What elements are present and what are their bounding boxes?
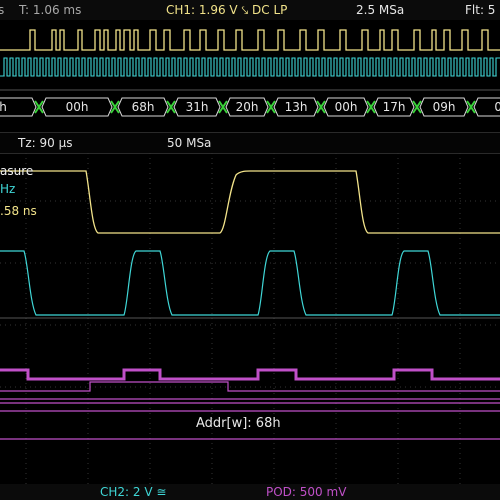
time-label[interactable]: T: 1.06 ms <box>19 1 81 19</box>
channel-bar: CH2: 2 V ≅ POD: 500 mV <box>0 484 500 500</box>
measure-frequency: Hz <box>0 182 16 196</box>
filter-label[interactable]: Flt: 5 <box>465 1 495 19</box>
bus-segment-label: 09 <box>494 100 500 114</box>
bus-segment-label: 31h <box>186 100 209 114</box>
pod-label[interactable]: POD: 500 mV <box>266 484 346 500</box>
bus-segment-label: 00h <box>335 100 358 114</box>
measure-title[interactable]: asure <box>0 164 33 178</box>
bus-segment-label: 68h <box>132 100 155 114</box>
bus-segment-label: 20h <box>236 100 259 114</box>
ch2-label[interactable]: CH2: 2 V ≅ <box>100 484 166 500</box>
bus-decode-row[interactable]: h 00h 68h 31h 20h 13h 00h 17h 09h 09 <box>0 97 500 117</box>
ch2-zoom-trace <box>0 250 500 316</box>
ch1-zoom-trace <box>0 170 500 234</box>
bus-segment-label: 13h <box>285 100 308 114</box>
ch1-overview-trace <box>0 29 500 51</box>
bus-segment-label: h <box>0 100 7 114</box>
ch2-overview-trace <box>0 57 500 77</box>
bus-segment-label: 09h <box>433 100 456 114</box>
bus-segment-label: 00h <box>66 100 89 114</box>
zoom-info-bar: Tz: 90 µs 50 MSa <box>0 132 500 154</box>
status-left-label: s <box>0 3 5 17</box>
digital-d0-trace <box>0 368 500 381</box>
measure-rise-time: .58 ns <box>0 204 37 218</box>
overview-waveform-area[interactable]: h 00h 68h 31h 20h 13h 00h 17h 09h 09 <box>0 20 500 132</box>
sample-rate-label[interactable]: 2.5 MSa <box>356 1 404 19</box>
zoom-sample-rate-label[interactable]: 50 MSa <box>167 133 211 153</box>
zoom-time-label[interactable]: Tz: 90 µs <box>18 133 72 153</box>
ch1-label[interactable]: CH1: 1.96 V ⤥ DC LP <box>166 1 287 19</box>
bus-segment-label: 17h <box>383 100 406 114</box>
decode-label: Addr[w]: 68h <box>196 416 281 431</box>
status-bar: s T: 1.06 ms CH1: 1.96 V ⤥ DC LP 2.5 MSa… <box>0 0 500 20</box>
zoom-waveform-area[interactable]: Addr[w]: 68h <box>0 153 500 484</box>
